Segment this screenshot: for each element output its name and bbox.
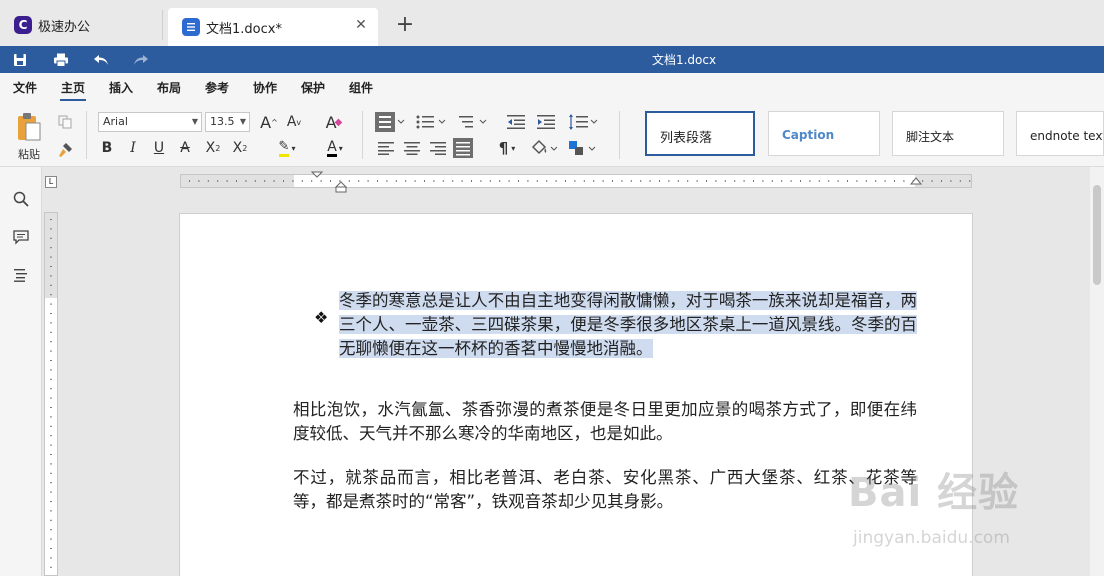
navigation-icon[interactable] (11, 265, 31, 285)
vertical-ruler-ticks (50, 219, 52, 568)
format-painter-icon[interactable] (56, 141, 74, 159)
horizontal-ruler[interactable] (180, 171, 972, 193)
increase-font-icon[interactable]: A ^ (258, 111, 280, 133)
paste-label: 粘贴 (18, 148, 40, 161)
watermark: Bai 经验 jingyan.baidu.com (848, 450, 1104, 560)
font-size-select[interactable]: 13.5 ▼ (205, 112, 250, 132)
chevron-down-icon: ▼ (191, 117, 198, 126)
menu-collaborate[interactable]: 协作 (253, 79, 277, 96)
right-indent-marker[interactable] (910, 177, 922, 197)
align-center-icon[interactable] (402, 138, 422, 158)
paragraph-3[interactable]: 不过，就茶品而言，相比老普洱、老白茶、安化黑茶、广西大堡茶、红茶、花茶等等，都是… (293, 466, 917, 514)
style-list-paragraph[interactable]: 列表段落 (645, 111, 755, 156)
multilevel-list-icon[interactable] (457, 111, 487, 133)
numbered-list-icon[interactable] (416, 111, 446, 133)
align-left-icon[interactable] (376, 138, 396, 158)
ribbon-toolbar: 粘贴 Arial ▼ 13.5 ▼ A ^ Av A ◆ B I U A X2 X2… (0, 101, 1104, 167)
justify-icon[interactable] (452, 137, 474, 159)
vertical-ruler[interactable] (44, 212, 58, 576)
decrease-font-icon[interactable]: Av (283, 111, 305, 133)
ruler-ticks (189, 180, 971, 182)
watermark-url: jingyan.baidu.com (853, 528, 1010, 548)
paragraph-1[interactable]: 冬季的寒意总是让人不由自主地变得闲散慵懒，对于喝茶一族来说却是福音，两三个人、一… (339, 289, 917, 361)
new-tab-plus-icon[interactable]: + (394, 12, 416, 38)
app-logo-icon: C (14, 16, 32, 34)
watermark-logo: Bai 经验 (848, 470, 1020, 516)
shading-icon[interactable] (530, 137, 560, 159)
scrollbar-thumb[interactable] (1093, 185, 1101, 285)
style-footnote-text[interactable]: 脚注文本 (892, 111, 1004, 156)
copy-icon[interactable] (56, 113, 74, 131)
comment-icon[interactable] (11, 227, 31, 247)
menu-plugins[interactable]: 组件 (349, 79, 373, 96)
menu-bar: 文件 主页 插入 布局 参考 协作 保护 组件 (0, 73, 1104, 101)
chevron-down-icon: ▼ (239, 117, 246, 126)
style-endnote-text[interactable]: endnote text (1016, 111, 1104, 156)
document-title: 文档1.docx (651, 53, 717, 67)
decrease-indent-icon[interactable] (506, 111, 526, 133)
menu-protect[interactable]: 保护 (301, 79, 325, 96)
paragraph-marks-icon[interactable]: ¶ ▾ (492, 138, 522, 158)
menu-file[interactable]: 文件 (13, 79, 37, 96)
style-caption[interactable]: Caption (768, 111, 880, 156)
increase-indent-icon[interactable] (536, 111, 556, 133)
underline-icon[interactable]: U (149, 138, 169, 158)
font-size-value: 13.5 (210, 115, 235, 128)
superscript-icon[interactable]: X2 (202, 138, 224, 158)
strikethrough-icon[interactable]: A (175, 138, 195, 158)
borders-icon[interactable] (568, 137, 598, 159)
font-name-select[interactable]: Arial ▼ (98, 112, 202, 132)
bullet-diamond-icon: ❖ (314, 308, 329, 327)
left-panel (0, 167, 42, 576)
tab-app-home[interactable]: C 极速办公 (0, 10, 163, 40)
clear-format-icon[interactable]: A ◆ (323, 111, 345, 133)
menu-insert[interactable]: 插入 (109, 79, 133, 96)
menu-home[interactable]: 主页 (59, 79, 87, 101)
paste-icon[interactable] (13, 111, 45, 143)
menu-layout[interactable]: 布局 (157, 79, 181, 96)
hanging-indent-marker[interactable] (335, 181, 347, 201)
search-icon[interactable] (11, 189, 31, 209)
first-line-indent-marker[interactable] (311, 171, 323, 191)
selected-text[interactable]: 冬季的寒意总是让人不由自主地变得闲散慵懒，对于喝茶一族来说却是福音，两三个人、一… (339, 291, 917, 358)
document-icon (182, 18, 200, 36)
title-bar: 文档1.docx (0, 46, 1104, 73)
bullet-list-icon[interactable] (375, 111, 405, 133)
highlight-icon[interactable]: ✎ ▾ (272, 138, 302, 158)
close-icon[interactable]: ✕ (352, 17, 370, 33)
font-color-icon[interactable]: A ▾ (320, 138, 350, 158)
line-spacing-icon[interactable] (568, 111, 598, 133)
tab-app-label: 极速办公 (38, 19, 91, 35)
align-right-icon[interactable] (428, 138, 448, 158)
menu-references[interactable]: 参考 (205, 79, 229, 96)
italic-icon[interactable]: I (123, 138, 143, 158)
tab-stop-selector[interactable]: L (45, 176, 57, 188)
paragraph-2[interactable]: 相比泡饮，水汽氤氲、茶香弥漫的煮茶便是冬日里更加应景的喝茶方式了，即便在纬度较低… (293, 398, 917, 446)
subscript-icon[interactable]: X2 (229, 138, 251, 158)
font-name-value: Arial (103, 115, 128, 128)
bold-icon[interactable]: B (97, 138, 117, 158)
tab-document[interactable]: 文档1.docx* ✕ (168, 8, 378, 46)
tab-bar: C 极速办公 文档1.docx* ✕ + (0, 0, 1104, 46)
tab-document-label: 文档1.docx* (206, 21, 282, 37)
